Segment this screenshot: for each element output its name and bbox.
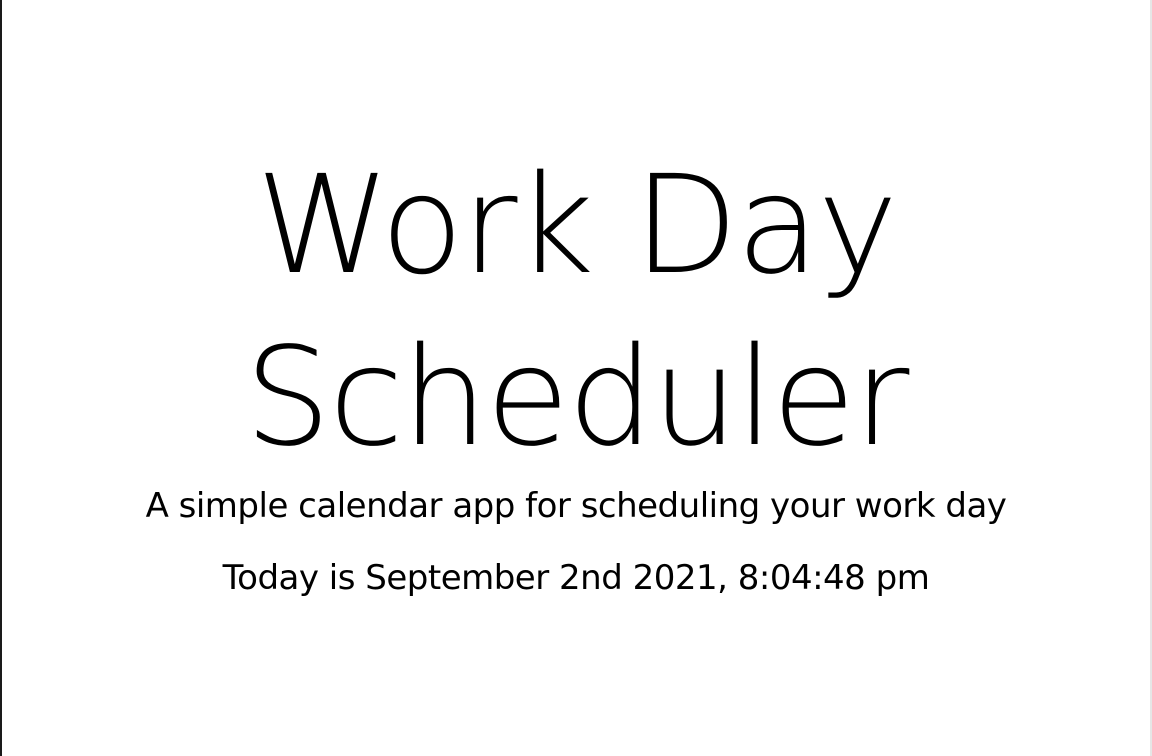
page-title-line-1: Work Day — [255, 147, 898, 305]
page-subtitle: A simple calendar app for scheduling you… — [145, 486, 1007, 526]
jumbotron-header: Work Day Scheduler A simple calendar app… — [2, 0, 1150, 756]
page-title: Work Day Scheduler — [2, 140, 1150, 484]
current-day-text: Today is September 2nd 2021, 8:04:48 pm — [222, 558, 930, 598]
page-title-line-2: Scheduler — [244, 319, 910, 477]
